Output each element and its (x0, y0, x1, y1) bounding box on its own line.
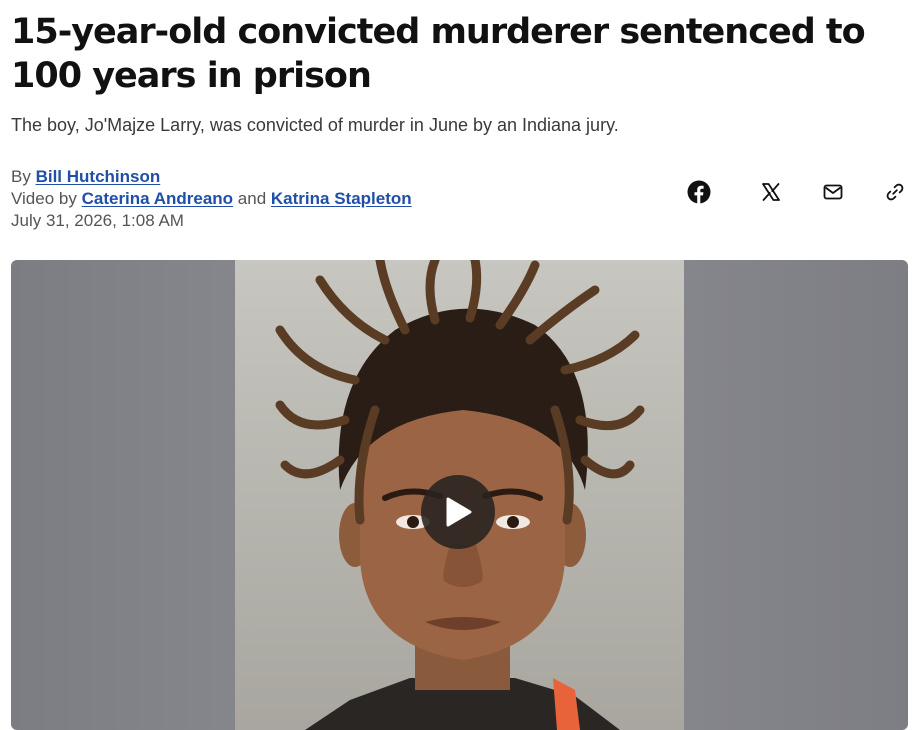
play-button[interactable] (421, 475, 495, 549)
video-author-link-2[interactable]: Katrina Stapleton (271, 189, 412, 208)
by-prefix: By (11, 167, 31, 186)
email-share-button[interactable] (819, 178, 847, 206)
copy-link-button[interactable] (881, 178, 909, 206)
video-player[interactable] (11, 260, 908, 730)
byline-conjunction: and (237, 189, 267, 208)
mail-icon (823, 184, 843, 200)
subheadline: The boy, Jo'Majze Larry, was convicted o… (11, 115, 619, 135)
publish-date: July 31, 2026, 1:08 AM (11, 211, 184, 230)
headline: 15-year-old convicted murderer sentenced… (11, 12, 866, 96)
facebook-share-button[interactable] (685, 178, 713, 206)
video-prefix: Video by (11, 189, 77, 208)
share-bar (685, 178, 908, 206)
byline: By Bill Hutchinson Video by Caterina And… (11, 166, 412, 232)
x-share-button[interactable] (757, 178, 785, 206)
play-icon (446, 497, 472, 527)
facebook-icon (687, 180, 711, 204)
video-credit-line: Video by Caterina Andreano and Katrina S… (11, 188, 412, 210)
video-author-link-1[interactable]: Caterina Andreano (82, 189, 233, 208)
author-line: By Bill Hutchinson (11, 166, 412, 188)
author-link[interactable]: Bill Hutchinson (36, 167, 161, 186)
link-icon (886, 183, 904, 201)
x-icon (762, 183, 780, 201)
